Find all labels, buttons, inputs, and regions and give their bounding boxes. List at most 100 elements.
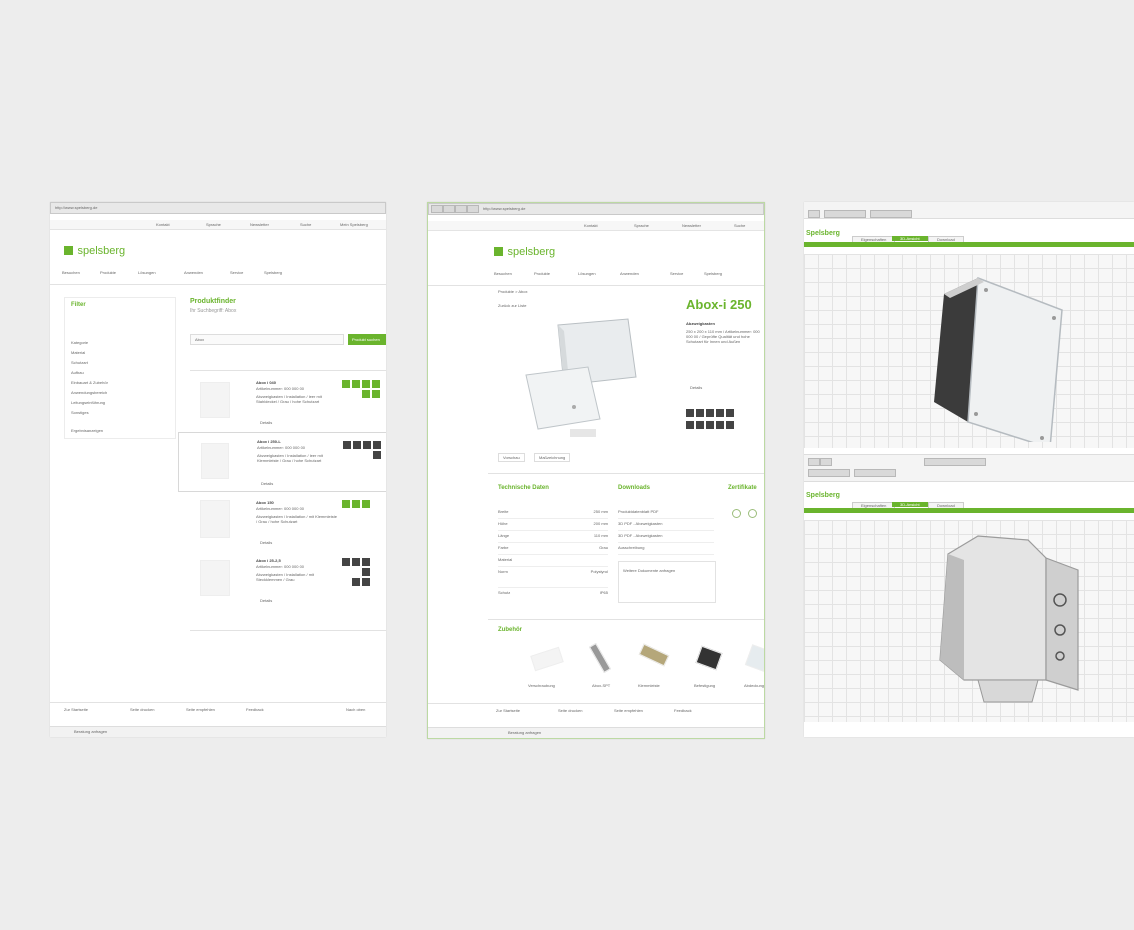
variant-button[interactable] (352, 578, 360, 586)
accessory-image[interactable] (638, 643, 670, 667)
filter-item[interactable]: Einbauart & Zubehör (71, 380, 108, 385)
3d-model-open-box[interactable] (928, 530, 1098, 710)
accessory-label[interactable]: Verschraubung (528, 683, 555, 688)
certificate-icon[interactable] (748, 509, 757, 518)
variant-button[interactable] (352, 500, 360, 508)
viewer-canvas[interactable] (804, 254, 1134, 448)
url-field[interactable]: http://www.spelsberg.de (483, 206, 525, 211)
3d-model-closed-box[interactable] (922, 272, 1082, 442)
product-thumbnail[interactable] (200, 560, 230, 596)
variant-button[interactable] (362, 380, 370, 388)
variant-button[interactable] (696, 421, 704, 429)
variant-button[interactable] (726, 421, 734, 429)
toolbar-button[interactable] (808, 458, 820, 466)
search-button[interactable]: Produkt suchen (348, 334, 386, 345)
download-link[interactable]: 3D PDF - Abzweigkasten (618, 521, 662, 526)
gallery-tab[interactable]: Vorschau (498, 453, 525, 462)
download-link[interactable]: 3D PDF - Abzweigkasten (618, 533, 662, 538)
top-link[interactable]: Sprache (206, 222, 221, 227)
product-row[interactable]: Abox i 25-2,5 Artikelnummer: 000 000 00 … (190, 552, 386, 606)
product-row[interactable]: Abox i 040 Artikelnummer: 000 000 00 Abz… (190, 374, 386, 428)
nav-item[interactable]: Service (230, 270, 243, 275)
certificate-icon[interactable] (732, 509, 741, 518)
product-image[interactable] (518, 315, 638, 445)
top-link[interactable]: Mein Spelsberg (340, 222, 368, 227)
variant-button[interactable] (716, 409, 724, 417)
breadcrumb[interactable]: Produkte > Abox (498, 289, 527, 294)
variant-button[interactable] (343, 441, 351, 449)
reload-button[interactable] (455, 205, 467, 213)
top-link[interactable]: Suche (300, 222, 311, 227)
variant-button[interactable] (363, 441, 371, 449)
logo[interactable]: spelsberg (494, 243, 555, 261)
variant-button[interactable] (706, 421, 714, 429)
filter-item[interactable]: Schutzart (71, 360, 88, 365)
product-name[interactable]: Abox i 250-L (257, 439, 281, 444)
accessory-image[interactable] (744, 644, 764, 672)
variant-button[interactable] (362, 578, 370, 586)
nav-item[interactable]: Produkte (100, 270, 116, 275)
accessory-label[interactable]: Klemmleiste (638, 683, 660, 688)
variant-button[interactable] (352, 380, 360, 388)
footer-link[interactable]: Seite drucken (130, 707, 154, 712)
variant-button[interactable] (373, 441, 381, 449)
footer-link[interactable]: Zur Startseite (64, 707, 88, 712)
product-detail-link[interactable]: Details (260, 540, 272, 545)
footer-link[interactable]: Seite empfehlen (186, 707, 215, 712)
toolbar-button[interactable] (854, 469, 896, 477)
back-to-list-link[interactable]: Zurück zur Liste (498, 303, 526, 308)
product-thumbnail[interactable] (200, 500, 230, 538)
nav-item[interactable]: Besuchen (62, 270, 80, 275)
filter-item[interactable]: Leitungseinführung (71, 400, 105, 405)
filter-item[interactable]: Anwendungsbereich (71, 390, 107, 395)
product-detail-link[interactable]: Details (260, 420, 272, 425)
accessory-image[interactable] (695, 645, 723, 671)
download-link[interactable]: Ausschreibung (618, 545, 644, 550)
variant-button[interactable] (372, 380, 380, 388)
filter-item[interactable]: Material (71, 350, 85, 355)
toolbar-button[interactable] (924, 458, 986, 466)
variant-button[interactable] (342, 500, 350, 508)
variant-button[interactable] (686, 409, 694, 417)
top-link[interactable]: Kontakt (584, 223, 598, 228)
top-link[interactable]: Sprache (634, 223, 649, 228)
variant-button[interactable] (353, 441, 361, 449)
nav-item[interactable]: Spelsberg (704, 271, 722, 276)
notice-text[interactable]: Weitere Dokumente anfragen (623, 568, 711, 573)
variant-button[interactable] (362, 390, 370, 398)
accessory-image[interactable] (530, 646, 564, 672)
product-thumbnail[interactable] (200, 382, 230, 418)
variant-button[interactable] (696, 409, 704, 417)
toolbar-button[interactable] (820, 458, 832, 466)
forward-button[interactable] (443, 205, 455, 213)
product-row[interactable]: Abox 150 Artikelnummer: 000 000 00 Abzwe… (190, 494, 386, 548)
nav-item[interactable]: Lösungen (578, 271, 596, 276)
product-name[interactable]: Abox i 25-2,5 (256, 558, 281, 563)
variant-button[interactable] (686, 421, 694, 429)
list-item[interactable]: Produktdatenblatt PDF (618, 507, 714, 519)
variant-button[interactable] (726, 409, 734, 417)
toolbar-button[interactable] (808, 469, 850, 477)
filter-item[interactable]: Aufbau (71, 370, 84, 375)
product-detail-link[interactable]: Details (260, 598, 272, 603)
accessory-label[interactable]: Abox-SPT (592, 683, 610, 688)
home-button[interactable] (467, 205, 479, 213)
toolbar-button[interactable] (870, 210, 912, 218)
footer-link[interactable]: Seite drucken (558, 708, 582, 713)
variant-button[interactable] (362, 500, 370, 508)
variant-button[interactable] (342, 558, 350, 566)
variant-button[interactable] (716, 421, 724, 429)
logo[interactable]: spelsberg (64, 242, 125, 260)
back-button[interactable] (431, 205, 443, 213)
variant-button[interactable] (362, 568, 370, 576)
list-item[interactable]: 3D PDF - Abzweigkasten (618, 531, 714, 543)
product-detail-link[interactable]: Details (690, 385, 702, 390)
viewer-canvas[interactable] (804, 520, 1134, 722)
nav-item[interactable]: Anwenden (184, 270, 203, 275)
viewer-tab-active[interactable]: 3D-Ansicht (892, 502, 928, 507)
variant-button[interactable] (352, 558, 360, 566)
gallery-tab[interactable]: Maßzeichnung (534, 453, 571, 462)
top-link[interactable]: Suche (734, 223, 745, 228)
variant-button[interactable] (373, 451, 381, 459)
toolbar-button[interactable] (808, 210, 820, 218)
